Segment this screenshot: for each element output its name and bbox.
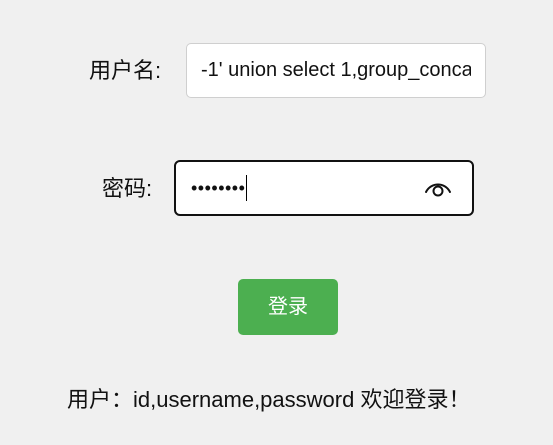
username-input[interactable]: -1' union select 1,group_concat(column_n… xyxy=(186,43,486,98)
login-button[interactable]: 登录 xyxy=(238,279,338,335)
eye-icon[interactable] xyxy=(424,178,452,198)
password-input[interactable]: •••••••• xyxy=(174,160,474,216)
username-input-value: -1' union select 1,group_concat(column_n… xyxy=(201,59,471,81)
username-label: 用户名: xyxy=(89,58,162,83)
text-caret xyxy=(246,175,247,201)
password-input-value: •••••••• xyxy=(191,178,246,198)
password-label: 密码: xyxy=(102,176,153,201)
login-result-message: 用户：id,username,password 欢迎登录！ xyxy=(67,387,471,412)
